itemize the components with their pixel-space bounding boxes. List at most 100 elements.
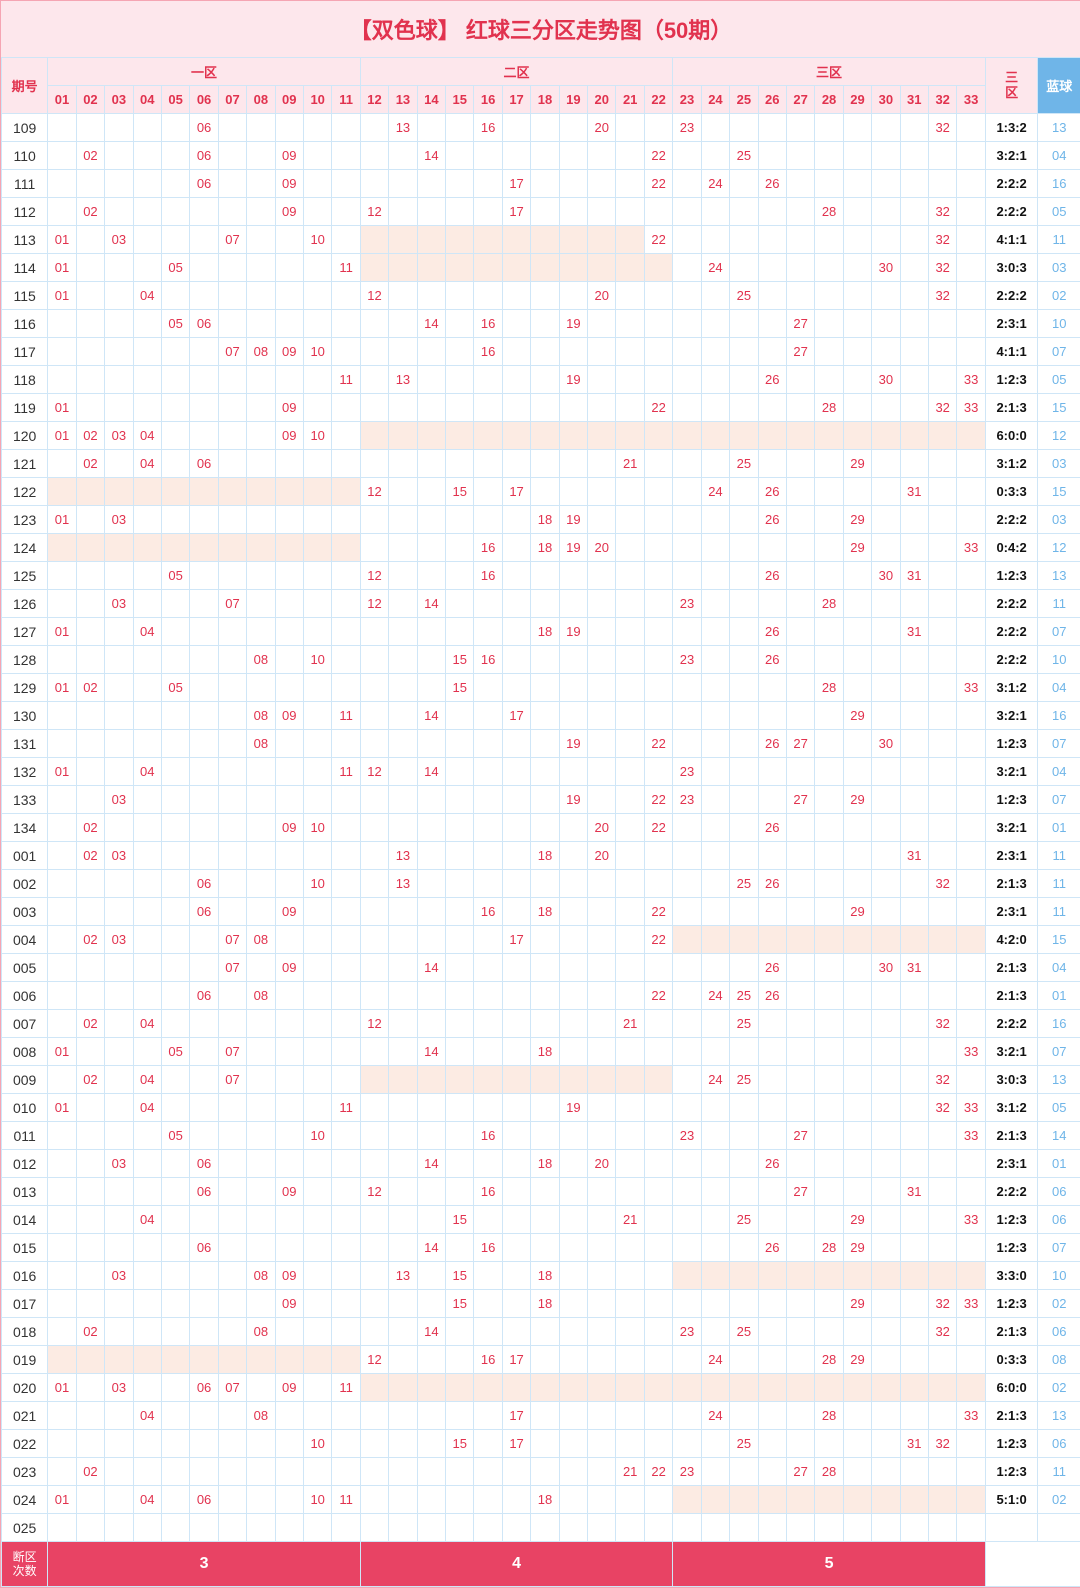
cell-07 — [218, 1346, 246, 1374]
cell-10 — [303, 562, 331, 590]
cell-20 — [588, 142, 616, 170]
cell-10 — [303, 590, 331, 618]
blue-cell: 06 — [1038, 1430, 1080, 1458]
cell-21 — [616, 786, 644, 814]
cell-07 — [218, 1430, 246, 1458]
cell-13 — [389, 310, 417, 338]
cell-05 — [161, 982, 189, 1010]
cell-19 — [559, 702, 587, 730]
cell-18 — [531, 170, 559, 198]
cell-27 — [786, 1010, 814, 1038]
cell-32: 32 — [928, 394, 956, 422]
cell-17 — [502, 1514, 530, 1542]
ratio-cell: 2:3:1 — [985, 898, 1038, 926]
cell-21: 21 — [616, 450, 644, 478]
cell-01: 01 — [48, 674, 76, 702]
cell-08 — [247, 142, 275, 170]
cell-07 — [218, 142, 246, 170]
cell-03 — [105, 1430, 133, 1458]
cell-03 — [105, 758, 133, 786]
cell-23 — [673, 1262, 701, 1290]
cell-30 — [872, 590, 900, 618]
blue-cell: 16 — [1038, 702, 1080, 730]
cell-26 — [758, 394, 786, 422]
col-blue: 蓝球 — [1038, 58, 1080, 114]
cell-11 — [332, 1402, 360, 1430]
period-cell: 012 — [2, 1150, 48, 1178]
cell-04: 04 — [133, 1206, 161, 1234]
cell-11: 11 — [332, 254, 360, 282]
cell-23: 23 — [673, 114, 701, 142]
cell-15 — [446, 1458, 474, 1486]
cell-14 — [417, 1122, 445, 1150]
cell-15 — [446, 226, 474, 254]
cell-29 — [843, 1514, 871, 1542]
table-row: 0200103060709116:0:002 — [2, 1374, 1080, 1402]
cell-12 — [360, 1206, 388, 1234]
cell-29 — [843, 1402, 871, 1430]
cell-28 — [815, 422, 843, 450]
cell-30 — [872, 142, 900, 170]
period-cell: 122 — [2, 478, 48, 506]
ratio-cell: 3:1:2 — [985, 450, 1038, 478]
cell-20 — [588, 1486, 616, 1514]
period-cell: 007 — [2, 1010, 48, 1038]
cell-31 — [900, 1150, 928, 1178]
period-cell: 019 — [2, 1346, 48, 1374]
cell-01 — [48, 1318, 76, 1346]
cell-28 — [815, 170, 843, 198]
ratio-cell: 2:1:3 — [985, 394, 1038, 422]
cell-29 — [843, 170, 871, 198]
cell-18 — [531, 226, 559, 254]
cell-10 — [303, 1514, 331, 1542]
cell-03 — [105, 254, 133, 282]
cell-27: 27 — [786, 730, 814, 758]
cell-10 — [303, 1094, 331, 1122]
cell-15 — [446, 506, 474, 534]
cell-30 — [872, 226, 900, 254]
blue-cell: 03 — [1038, 506, 1080, 534]
cell-16 — [474, 814, 502, 842]
cell-16 — [474, 590, 502, 618]
cell-23: 23 — [673, 590, 701, 618]
cell-16 — [474, 1458, 502, 1486]
cell-15 — [446, 1318, 474, 1346]
cell-25: 25 — [730, 450, 758, 478]
cell-10 — [303, 366, 331, 394]
cell-13 — [389, 702, 417, 730]
cell-18 — [531, 254, 559, 282]
cell-02 — [76, 898, 104, 926]
cell-15 — [446, 1178, 474, 1206]
cell-04 — [133, 730, 161, 758]
cell-30 — [872, 394, 900, 422]
cell-05: 05 — [161, 1038, 189, 1066]
cell-05 — [161, 1374, 189, 1402]
cell-30 — [872, 1094, 900, 1122]
cell-23 — [673, 1430, 701, 1458]
cell-01 — [48, 646, 76, 674]
cell-32 — [928, 590, 956, 618]
table-row: 0010203131820312:3:111 — [2, 842, 1080, 870]
cell-27 — [786, 982, 814, 1010]
cell-07 — [218, 114, 246, 142]
cell-15 — [446, 1094, 474, 1122]
cell-11 — [332, 1234, 360, 1262]
cell-32: 32 — [928, 1094, 956, 1122]
cell-33 — [957, 198, 985, 226]
cell-01 — [48, 1262, 76, 1290]
cell-01 — [48, 170, 76, 198]
ratio-cell: 1:2:3 — [985, 562, 1038, 590]
cell-27 — [786, 1402, 814, 1430]
cell-19 — [559, 1038, 587, 1066]
cell-26: 26 — [758, 506, 786, 534]
cell-18 — [531, 1430, 559, 1458]
cell-24 — [701, 422, 729, 450]
cell-02 — [76, 338, 104, 366]
cell-14 — [417, 1430, 445, 1458]
period-cell: 024 — [2, 1486, 48, 1514]
cell-25 — [730, 1094, 758, 1122]
cell-17 — [502, 1458, 530, 1486]
cell-16 — [474, 198, 502, 226]
cell-05 — [161, 366, 189, 394]
cell-18 — [531, 674, 559, 702]
